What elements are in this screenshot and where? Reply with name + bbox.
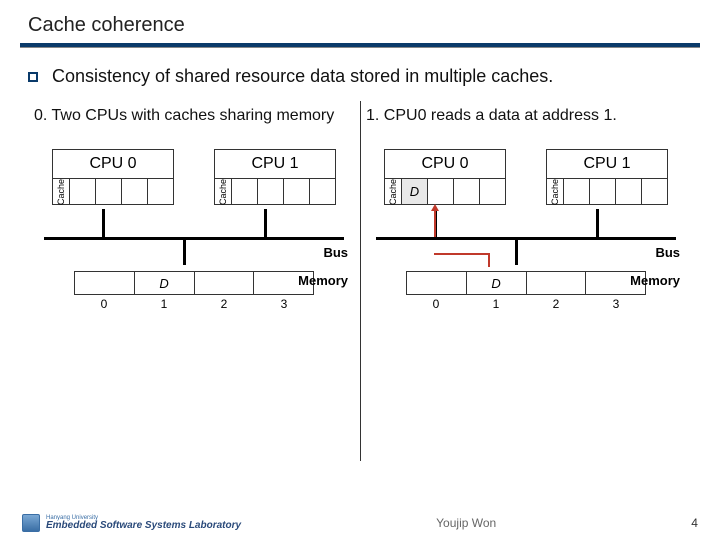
memory-index: 2 bbox=[194, 297, 254, 311]
memory-label: Memory bbox=[298, 273, 348, 288]
memory-index: 0 bbox=[406, 297, 466, 311]
cache-label: Cache bbox=[384, 179, 402, 205]
cpu1-cache-cell bbox=[232, 179, 258, 205]
cpu0-label: CPU 0 bbox=[384, 149, 506, 179]
cpu1-cache-cell bbox=[616, 179, 642, 205]
bullet-text: Consistency of shared resource data stor… bbox=[52, 66, 553, 87]
memory-index: 3 bbox=[254, 297, 314, 311]
slide-footer: Hanyang University Embedded Software Sys… bbox=[0, 514, 720, 532]
cpu1-block: CPU 1 Cache bbox=[214, 149, 336, 205]
memory-cell: D bbox=[467, 272, 527, 294]
cpu0-cache-cell bbox=[148, 179, 174, 205]
panel-step-0: 0. Two CPUs with caches sharing memory C… bbox=[28, 107, 360, 311]
page-number: 4 bbox=[691, 516, 698, 530]
footer-author: Youjip Won bbox=[436, 516, 496, 530]
bus-label: Bus bbox=[655, 245, 680, 260]
memory-box: D bbox=[74, 271, 314, 295]
memory-cell bbox=[75, 272, 135, 294]
panel-step-1: 1. CPU0 reads a data at address 1. CPU 0… bbox=[360, 107, 692, 311]
bus-diagram: Bus bbox=[366, 209, 686, 271]
cpu1-cache-cell bbox=[590, 179, 616, 205]
memory-cell: D bbox=[135, 272, 195, 294]
cpu0-block: CPU 0 Cache bbox=[52, 149, 174, 205]
cpu0-cache-cell bbox=[96, 179, 122, 205]
memory-label: Memory bbox=[630, 273, 680, 288]
bullet-item: Consistency of shared resource data stor… bbox=[28, 66, 692, 87]
memory-index: 3 bbox=[586, 297, 646, 311]
cache-label: Cache bbox=[546, 179, 564, 205]
cpu1-cache-cell bbox=[564, 179, 590, 205]
cpu0-cache-cell bbox=[428, 179, 454, 205]
step-caption-1: 1. CPU0 reads a data at address 1. bbox=[366, 107, 686, 129]
cpu1-cache-cell bbox=[258, 179, 284, 205]
cpu0-cache-cell bbox=[122, 179, 148, 205]
memory-cell bbox=[195, 272, 255, 294]
memory-cell bbox=[407, 272, 467, 294]
cpu1-cache-cell bbox=[642, 179, 668, 205]
bus-diagram: Bus bbox=[34, 209, 354, 271]
cpu0-label: CPU 0 bbox=[52, 149, 174, 179]
bus-label: Bus bbox=[323, 245, 348, 260]
memory-box: D bbox=[406, 271, 646, 295]
memory-index: 1 bbox=[134, 297, 194, 311]
cache-label: Cache bbox=[52, 179, 70, 205]
bullet-icon bbox=[28, 72, 38, 82]
memory-index: 1 bbox=[466, 297, 526, 311]
cpu0-cache-cell bbox=[454, 179, 480, 205]
cpu1-cache-cell bbox=[284, 179, 310, 205]
slide-title: Cache coherence bbox=[28, 14, 720, 37]
cpu0-cache-cell: D bbox=[402, 179, 428, 205]
cache-label: Cache bbox=[214, 179, 232, 205]
cpu0-cache-cell bbox=[480, 179, 506, 205]
panel-divider bbox=[360, 101, 361, 461]
cpu1-cache-cell bbox=[310, 179, 336, 205]
university-logo-icon bbox=[22, 514, 40, 532]
footer-lab: Embedded Software Systems Laboratory bbox=[46, 521, 241, 531]
memory-index: 2 bbox=[526, 297, 586, 311]
step-caption-0: 0. Two CPUs with caches sharing memory bbox=[34, 107, 354, 129]
read-arrow-icon bbox=[434, 209, 436, 237]
memory-cell bbox=[527, 272, 587, 294]
cpu0-block: CPU 0 Cache D bbox=[384, 149, 506, 205]
cpu1-label: CPU 1 bbox=[214, 149, 336, 179]
memory-index: 0 bbox=[74, 297, 134, 311]
cpu0-cache-cell bbox=[70, 179, 96, 205]
read-arrow-icon bbox=[488, 253, 490, 267]
cpu1-label: CPU 1 bbox=[546, 149, 668, 179]
cpu1-block: CPU 1 Cache bbox=[546, 149, 668, 205]
read-arrow-icon bbox=[434, 253, 490, 255]
